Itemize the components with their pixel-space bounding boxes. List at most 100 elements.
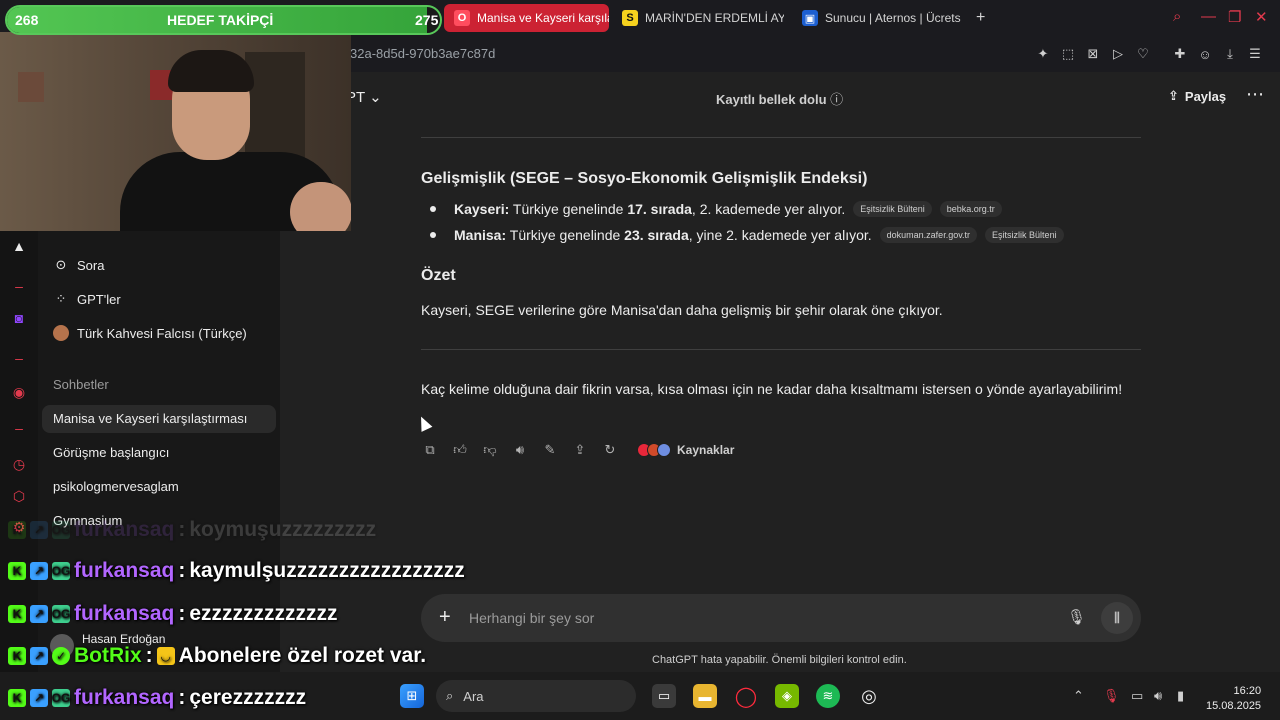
close-icon[interactable]: ✕ bbox=[1255, 8, 1268, 26]
twitch-icon[interactable]: ◙ bbox=[11, 310, 27, 326]
tray-battery-icon[interactable]: ▮ bbox=[1177, 688, 1184, 704]
kick-badge-icon: K bbox=[8, 521, 26, 539]
taskbar-clock[interactable]: 16:20 15.08.2025 bbox=[1206, 684, 1261, 714]
prompt-input[interactable] bbox=[469, 606, 1029, 630]
search-label: Ara bbox=[463, 688, 484, 704]
minimize-icon[interactable]: — bbox=[1201, 8, 1216, 25]
obs-icon[interactable]: ◎ bbox=[857, 684, 881, 708]
url-text[interactable]: 32a-8d5d-970b3ae7c87d bbox=[350, 46, 495, 61]
share-icon[interactable]: ⇪ bbox=[571, 441, 589, 459]
new-tab-button[interactable]: + bbox=[966, 4, 996, 32]
taskbar-search[interactable]: ⌕ Ara bbox=[436, 680, 636, 712]
sources-label: Kaynaklar bbox=[677, 443, 735, 457]
extensions-icon[interactable]: ✚ bbox=[1171, 45, 1189, 63]
extension-icon[interactable]: ⬡ bbox=[11, 488, 27, 504]
chat-text: çerezzzzzzz bbox=[189, 686, 307, 709]
model-selector[interactable]: PT ⌄ bbox=[346, 88, 382, 106]
bullet-city: Kayseri: bbox=[454, 201, 510, 217]
task-view-icon[interactable]: ▭ bbox=[652, 684, 676, 708]
cam-person-arm bbox=[290, 182, 351, 231]
clock-date: 15.08.2025 bbox=[1206, 700, 1262, 712]
read-aloud-icon[interactable]: 🔊︎ bbox=[511, 441, 529, 459]
windows-start-icon[interactable]: ⊞ bbox=[400, 684, 424, 708]
search-icon: ⌕ bbox=[446, 688, 454, 703]
info-icon[interactable]: ⓘ bbox=[830, 92, 843, 107]
menu-icon[interactable]: ☰ bbox=[1246, 45, 1264, 63]
add-attachment-icon[interactable]: + bbox=[439, 606, 451, 629]
more-options-icon[interactable]: ⋯ bbox=[1246, 84, 1264, 105]
tab-marin[interactable]: S MARİN'DEN ERDEMLİ AY bbox=[612, 4, 784, 32]
source-chip[interactable]: Eşitsizlik Bülteni bbox=[853, 201, 932, 217]
download-icon[interactable]: ⤓ bbox=[1221, 45, 1239, 63]
microphone-icon[interactable]: 🎙︎ bbox=[1067, 608, 1086, 626]
player-icon[interactable]: ◉ bbox=[11, 384, 27, 400]
divider-icon: – bbox=[15, 420, 23, 436]
profile-icon[interactable]: ☺ bbox=[1196, 45, 1214, 63]
tray-mic-icon[interactable]: 🎙︎ bbox=[1103, 688, 1120, 704]
tray-display-icon[interactable]: ▭ bbox=[1131, 688, 1143, 704]
wall-picture bbox=[18, 72, 44, 102]
play-icon[interactable]: ▷ bbox=[1109, 45, 1127, 63]
bullet-text: , 2. kademede yer alıyor. bbox=[691, 201, 846, 217]
file-explorer-icon[interactable]: ▬ bbox=[693, 684, 717, 708]
sidebar-item-label: GPT'ler bbox=[77, 291, 121, 307]
chat-separator: : bbox=[145, 644, 153, 667]
goal-target: 275 bbox=[415, 12, 439, 28]
nvidia-icon[interactable]: ◈ bbox=[775, 684, 799, 708]
kick-badge-icon: K bbox=[8, 605, 26, 623]
history-icon[interactable]: ◷ bbox=[11, 456, 27, 472]
bullet-text: Türkiye genelinde bbox=[509, 201, 628, 217]
chat-username: furkansaq bbox=[74, 602, 175, 625]
tab-label: Manisa ve Kayseri karşıla bbox=[477, 11, 609, 25]
source-chip[interactable]: Eşitsizlik Bülteni bbox=[985, 227, 1064, 243]
chat-message: K ↗ OG furkansaq : çerezzzzzzz bbox=[8, 686, 306, 710]
divider-icon: – bbox=[15, 350, 23, 366]
regenerate-icon[interactable]: ↻ bbox=[601, 441, 619, 459]
shield-icon[interactable]: ⊠ bbox=[1084, 45, 1102, 63]
edit-icon[interactable]: ✎ bbox=[541, 441, 559, 459]
thumbs-down-icon[interactable]: 👎︎ bbox=[481, 441, 499, 459]
aternos-icon: ▣ bbox=[802, 10, 818, 26]
sidebar-item-sora[interactable]: ⊙ Sora bbox=[53, 257, 105, 273]
bullet-rank: 23. sırada bbox=[624, 227, 689, 243]
pin-icon[interactable]: ✦ bbox=[1034, 45, 1052, 63]
search-tabs-icon[interactable]: ⌕ bbox=[1173, 8, 1181, 25]
chat-text: kaymulşuzzzzzzzzzzzzzzzzz bbox=[189, 559, 465, 582]
share-button[interactable]: ⇪ Paylaş bbox=[1168, 88, 1226, 104]
chats-section-title: Sohbetler bbox=[53, 377, 109, 392]
divider bbox=[421, 349, 1141, 350]
chat-separator: : bbox=[178, 518, 186, 541]
aria-icon[interactable]: ▲ bbox=[11, 238, 27, 254]
spotify-icon[interactable]: ≋ bbox=[816, 684, 840, 708]
source-chip[interactable]: dokuman.zafer.gov.tr bbox=[879, 227, 978, 243]
voice-mode-button[interactable]: ⫼ bbox=[1101, 602, 1133, 634]
snapshot-icon[interactable]: ⬚ bbox=[1059, 45, 1077, 63]
tab-aternos[interactable]: ▣ Sunucu | Aternos | Ücrets bbox=[792, 4, 962, 32]
memory-label: Kayıtlı bellek dolu bbox=[716, 92, 827, 107]
sidebar-item-gpts[interactable]: ⁘ GPT'ler bbox=[53, 291, 121, 307]
grid-icon: ⁘ bbox=[55, 291, 67, 306]
chat-message: K ↗ OG furkansaq : koymuşuzzzzzzzzz bbox=[8, 518, 376, 542]
list-item: Manisa: Türkiye genelinde 23. sırada , y… bbox=[430, 227, 1064, 243]
tray-volume-icon[interactable]: 🔊︎ bbox=[1154, 688, 1162, 704]
s-icon: S bbox=[622, 10, 638, 26]
heart-icon[interactable]: ♡ bbox=[1134, 45, 1152, 63]
chat-separator: : bbox=[178, 602, 186, 625]
chat-username: furkansaq bbox=[74, 686, 175, 709]
chat-item-manisa[interactable]: Manisa ve Kayseri karşılaştırması bbox=[53, 411, 247, 426]
play-circle-icon: ⊙ bbox=[55, 257, 67, 272]
thumbs-up-icon[interactable]: 👍︎ bbox=[451, 441, 469, 459]
sources-button[interactable]: Kaynaklar bbox=[637, 443, 734, 457]
chat-item-gorusme[interactable]: Görüşme başlangıcı bbox=[53, 445, 169, 460]
opera-gx-icon[interactable]: ◯ bbox=[734, 684, 758, 708]
copy-icon[interactable]: ⧉ bbox=[421, 441, 439, 459]
tab-manisa-kayseri[interactable]: O Manisa ve Kayseri karşıla bbox=[444, 4, 609, 32]
tray-expand-icon[interactable]: ⌃ bbox=[1073, 688, 1084, 704]
maximize-icon[interactable]: ❐ bbox=[1228, 8, 1241, 26]
divider bbox=[421, 137, 1141, 138]
sidebar-item-coffee[interactable]: Türk Kahvesi Falcısı (Türkçe) bbox=[53, 325, 247, 341]
chat-message: K ↗ OG furkansaq : ezzzzzzzzzzzzz bbox=[8, 602, 338, 626]
source-chip[interactable]: bebka.org.tr bbox=[939, 201, 1002, 217]
chat-item-psikolog[interactable]: psikologmervesaglam bbox=[53, 479, 179, 494]
heading-sege: Gelişmişlik (SEGE – Sosyo-Ekonomik Geliş… bbox=[421, 170, 868, 187]
